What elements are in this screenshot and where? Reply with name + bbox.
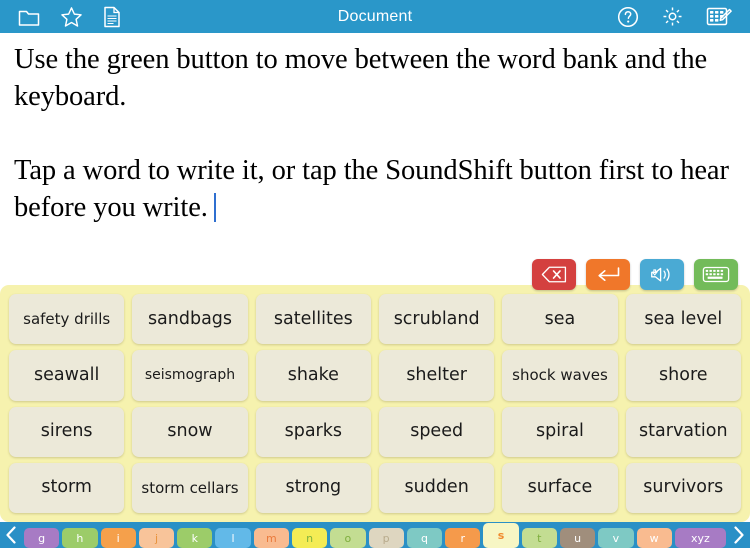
star-icon[interactable] xyxy=(60,6,83,28)
alphabet-key-list: g h i j k l m n o p q r s t u v w xyz xyxy=(22,522,728,548)
alphabet-key-n[interactable]: n xyxy=(291,528,328,548)
word-tile[interactable]: storm xyxy=(9,462,125,513)
word-cell: seismograph xyxy=(128,347,251,403)
app-window: Document Use the green button to move be… xyxy=(0,0,750,548)
word-cell: snow xyxy=(128,404,251,460)
word-cell: shore xyxy=(622,347,745,403)
document-text-area[interactable]: Use the green button to move between the… xyxy=(0,33,750,285)
word-tile[interactable]: strong xyxy=(255,462,371,513)
return-button[interactable] xyxy=(586,259,630,290)
action-button-bar xyxy=(532,259,738,290)
word-tile[interactable]: scrubland xyxy=(378,294,495,345)
top-toolbar: Document xyxy=(0,0,750,33)
alphabet-key-u[interactable]: u xyxy=(559,528,596,548)
alphabet-key-g[interactable]: g xyxy=(24,528,60,548)
alphabet-key-k[interactable]: k xyxy=(177,528,213,548)
word-tile[interactable]: surface xyxy=(502,462,618,513)
word-cell: sea xyxy=(498,291,621,347)
alphabet-key-r[interactable]: r xyxy=(445,528,481,548)
word-tile[interactable]: sea level xyxy=(625,294,741,345)
word-tile[interactable]: sea xyxy=(502,294,618,345)
word-tile[interactable]: safety drills xyxy=(9,294,125,345)
word-cell: survivors xyxy=(622,460,745,516)
word-tile[interactable]: shore xyxy=(625,350,741,401)
word-cell: sea level xyxy=(622,291,745,347)
chevron-right-icon[interactable] xyxy=(728,522,750,548)
edit-grid-icon[interactable] xyxy=(706,6,732,28)
word-cell: sirens xyxy=(5,404,128,460)
alphabet-key-v[interactable]: v xyxy=(598,528,634,548)
word-tile[interactable]: snow xyxy=(132,406,248,457)
word-tile[interactable]: seawall xyxy=(9,350,125,401)
word-cell: spiral xyxy=(498,404,621,460)
word-cell: surface xyxy=(498,460,621,516)
toolbar-left-group xyxy=(0,6,121,28)
word-tile[interactable]: shake xyxy=(255,350,371,401)
word-tile[interactable]: survivors xyxy=(625,462,741,513)
alphabet-key-t[interactable]: t xyxy=(521,528,557,548)
word-cell: sparks xyxy=(252,404,375,460)
alphabet-key-i[interactable]: i xyxy=(100,528,136,548)
word-tile[interactable]: sudden xyxy=(378,462,495,513)
document-paragraph-2-wrapper: Tap a word to write it, or tap the Sound… xyxy=(14,152,736,226)
alphabet-key-p[interactable]: p xyxy=(368,528,404,548)
word-tile[interactable]: sandbags xyxy=(132,294,248,345)
word-bank-row: sirens snow sparks speed spiral starvati… xyxy=(5,404,745,460)
alphabet-key-xyz[interactable]: xyz xyxy=(674,528,726,548)
chevron-left-icon[interactable] xyxy=(0,522,22,548)
word-cell: scrubland xyxy=(375,291,498,347)
soundshift-button[interactable] xyxy=(640,259,684,290)
word-tile[interactable]: spiral xyxy=(502,406,618,457)
word-tile[interactable]: satellites xyxy=(255,294,371,345)
alphabet-key-m[interactable]: m xyxy=(253,528,289,548)
word-tile[interactable]: starvation xyxy=(625,406,741,457)
document-paragraph-2: Tap a word to write it, or tap the Sound… xyxy=(14,155,729,223)
gear-icon[interactable] xyxy=(661,5,684,28)
alphabet-key-l[interactable]: l xyxy=(215,528,251,548)
word-cell: shake xyxy=(252,347,375,403)
word-cell: storm cellars xyxy=(128,460,251,516)
word-tile[interactable]: sparks xyxy=(255,406,371,457)
word-tile[interactable]: sirens xyxy=(9,406,125,457)
help-icon[interactable] xyxy=(617,6,639,28)
word-cell: strong xyxy=(252,460,375,516)
alphabet-key-h[interactable]: h xyxy=(62,528,98,548)
word-bank-panel: safety drills sandbags satellites scrubl… xyxy=(0,285,750,522)
word-bank-row: safety drills sandbags satellites scrubl… xyxy=(5,291,745,347)
word-cell: shock waves xyxy=(498,347,621,403)
folder-icon[interactable] xyxy=(18,7,40,27)
alphabet-key-j[interactable]: j xyxy=(138,528,175,548)
word-cell: speed xyxy=(375,404,498,460)
alphabet-key-w[interactable]: w xyxy=(636,528,672,548)
backspace-button[interactable] xyxy=(532,259,576,290)
word-bank-row: storm storm cellars strong sudden surfac… xyxy=(5,460,745,516)
word-cell: satellites xyxy=(252,291,375,347)
alphabet-key-q[interactable]: q xyxy=(406,528,443,548)
alphabet-key-o[interactable]: o xyxy=(330,528,366,548)
word-bank-row: seawall seismograph shake shelter shock … xyxy=(5,347,745,403)
toolbar-right-group xyxy=(617,5,750,28)
word-cell: starvation xyxy=(622,404,745,460)
word-tile[interactable]: shelter xyxy=(378,350,495,401)
word-cell: sandbags xyxy=(128,291,251,347)
word-cell: sudden xyxy=(375,460,498,516)
text-caret xyxy=(213,193,216,222)
keyboard-toggle-button[interactable] xyxy=(694,259,738,290)
document-icon[interactable] xyxy=(103,6,121,28)
word-tile[interactable]: speed xyxy=(378,406,495,457)
alphabet-key-s[interactable]: s xyxy=(483,523,519,548)
word-cell: shelter xyxy=(375,347,498,403)
word-cell: safety drills xyxy=(5,291,128,347)
word-tile[interactable]: shock waves xyxy=(502,350,618,401)
word-tile[interactable]: storm cellars xyxy=(132,462,248,513)
document-paragraph-1: Use the green button to move between the… xyxy=(14,44,708,112)
word-tile[interactable]: seismograph xyxy=(132,350,248,401)
alphabet-navigation-bar: g h i j k l m n o p q r s t u v w xyz xyxy=(0,522,750,548)
word-cell: seawall xyxy=(5,347,128,403)
word-cell: storm xyxy=(5,460,128,516)
